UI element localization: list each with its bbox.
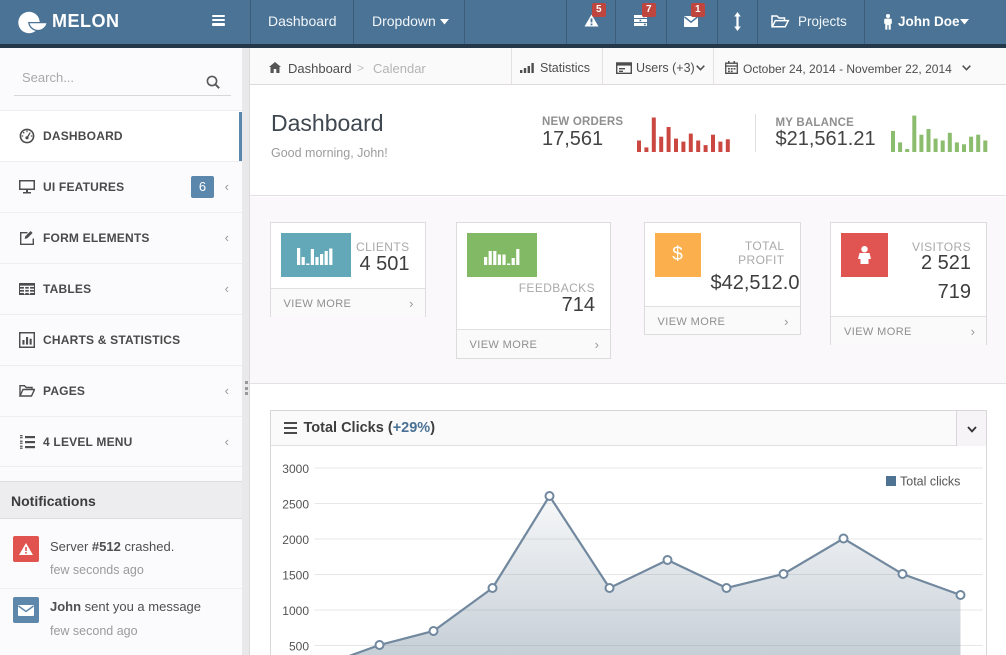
svg-text:500: 500: [288, 640, 308, 654]
svg-text:2000: 2000: [282, 533, 309, 547]
svg-text:2500: 2500: [282, 498, 309, 512]
svg-text:1000: 1000: [282, 604, 309, 618]
svg-text:1500: 1500: [282, 569, 309, 583]
svg-text:3000: 3000: [282, 462, 309, 476]
svg-text:Total clicks: Total clicks: [900, 475, 960, 489]
